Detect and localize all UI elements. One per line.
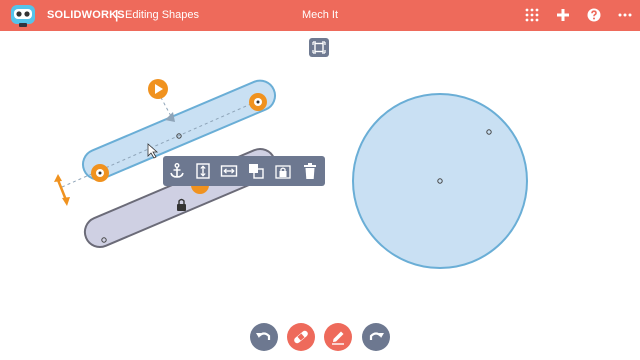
undo-icon — [256, 332, 271, 340]
drawing-canvas[interactable] — [0, 31, 640, 360]
shape-context-toolbar — [163, 156, 325, 186]
undo-button[interactable] — [250, 323, 278, 351]
fit-to-screen-button[interactable] — [309, 38, 329, 57]
vertical-size-icon[interactable] — [194, 162, 212, 180]
redo-icon — [369, 332, 384, 340]
grid-apps-icon[interactable] — [524, 7, 540, 23]
lock-icon[interactable] — [274, 162, 292, 180]
anchor-icon[interactable] — [168, 162, 186, 180]
bandage-icon — [294, 330, 308, 344]
delete-icon[interactable] — [301, 162, 319, 180]
connect-bandage-button[interactable] — [287, 323, 315, 351]
fit-to-screen-icon — [312, 41, 326, 54]
draw-pencil-button[interactable] — [324, 323, 352, 351]
motor-joint-icon[interactable] — [91, 164, 109, 182]
top-bar: SOLIDWORKS | Editing Shapes Mech It — [0, 0, 640, 31]
more-icon[interactable] — [617, 7, 633, 23]
play-handle-icon[interactable] — [148, 79, 168, 99]
pencil-icon — [332, 331, 344, 345]
motor-joint-icon[interactable] — [249, 93, 267, 111]
duplicate-icon[interactable] — [247, 162, 265, 180]
document-title: Mech It — [301, 9, 339, 21]
circle-shape[interactable] — [352, 93, 528, 269]
horizontal-size-icon[interactable] — [220, 162, 238, 180]
resize-handle-icon[interactable] — [54, 174, 70, 206]
redo-button[interactable] — [362, 323, 390, 351]
plus-icon[interactable] — [555, 7, 571, 23]
help-icon[interactable] — [586, 7, 602, 23]
